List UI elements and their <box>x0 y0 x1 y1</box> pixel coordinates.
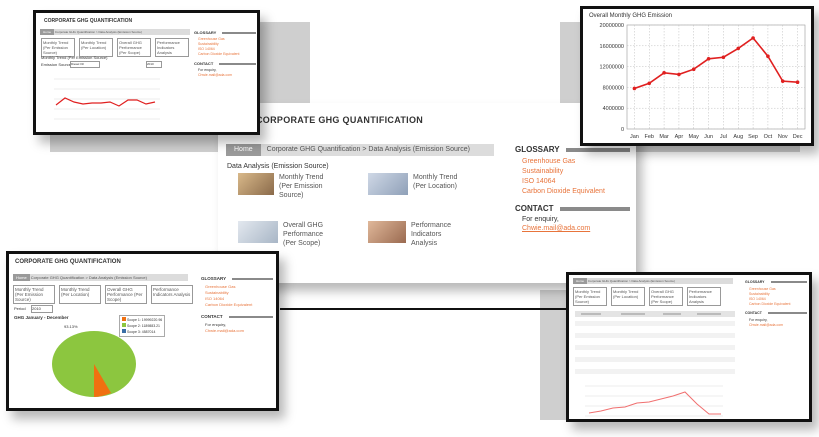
data-point <box>706 57 711 61</box>
plot-area <box>626 24 806 130</box>
contact-email-link[interactable]: Chwie.mail@ada.com <box>522 225 590 232</box>
zoom-window-overall-chart: Overall Monthly GHG Emission 0 4000000 800… <box>580 6 814 146</box>
glossary-link-iso-14064[interactable]: ISO 14064 <box>522 177 605 187</box>
period-label: Period <box>14 306 26 311</box>
main-page: CORPORATE GHG QUANTIFICATION Home Corpor… <box>218 103 636 283</box>
x-tick-label: Dec <box>793 134 803 140</box>
data-point <box>632 86 637 91</box>
tile-overall-ghg-performance[interactable]: Overall GHG Performance (Per Scope) <box>238 221 323 248</box>
tab-row: Monthly Trend (Per Emission Source) Mont… <box>13 285 193 304</box>
x-tick-label: Apr <box>675 134 684 140</box>
mini-line-chart <box>585 385 723 417</box>
tab-per-location[interactable]: Monthly Trend (Per Location) <box>59 285 101 304</box>
emission-source-select[interactable]: Diesel Oil <box>70 61 100 68</box>
subtitle: Monthly Trend (Per Emission Source) <box>41 55 108 60</box>
glossary-list: Greenhouse Gas Sustainability ISO 14064 … <box>749 287 791 306</box>
data-point <box>721 55 726 60</box>
zoom-window-location-table: Home Corporate GHG Quantification > Data… <box>566 272 812 422</box>
pie-chart <box>52 331 136 397</box>
glossary-heading: GLOSSARY <box>745 280 807 284</box>
data-point <box>795 80 800 84</box>
y-tick-label: 4000000 <box>603 106 624 112</box>
tab-per-emission-source[interactable]: Monthly Trend (Per Emission Source) <box>573 287 607 306</box>
glossary-heading: GLOSSARY <box>201 276 273 281</box>
year-select[interactable]: 2010 <box>146 61 162 68</box>
x-tick-label: Mar <box>659 134 669 140</box>
breadcrumb: Home Corporate GHG Quantification > Data… <box>573 278 733 284</box>
x-tick-label: Jan <box>630 134 639 140</box>
x-tick-label: Sep <box>748 134 758 140</box>
home-link[interactable]: Home <box>226 144 261 156</box>
tile-performance-indicators[interactable]: Performance Indicators Analysis <box>368 221 451 248</box>
contact-heading: CONTACT <box>201 314 273 319</box>
x-tick-label: Nov <box>778 134 788 140</box>
data-point <box>780 79 785 83</box>
tab-per-location[interactable]: Monthly Trend (Per Location) <box>611 287 645 306</box>
x-tick-label: May <box>689 134 700 140</box>
glossary-link-greenhouse-gas[interactable]: Greenhouse Gas <box>522 157 605 167</box>
contact-heading: CONTACT <box>515 204 630 213</box>
breadcrumb: Home Corporate GHG Quantification > Data… <box>226 144 494 156</box>
glossary-heading: GLOSSARY <box>194 30 256 35</box>
y-tick-label: 20000000 <box>600 23 624 29</box>
line-chart: 0 4000000 8000000 12000000 16000000 20000000 J… <box>600 23 806 140</box>
thumbnail-image <box>368 173 408 195</box>
pie-chart-title: GHG January - December <box>14 315 69 320</box>
period-select[interactable]: 2010 <box>31 305 53 313</box>
data-point <box>736 46 741 51</box>
glossary-list: Greenhouse Gas Sustainability ISO 14064 … <box>198 37 240 56</box>
data-point <box>677 72 681 77</box>
emission-source-label: Emission Source <box>41 62 72 67</box>
contact-heading: CONTACT <box>194 61 256 66</box>
window-title: CORPORATE GHG QUANTIFICATION <box>15 259 121 265</box>
data-point <box>766 54 770 58</box>
breadcrumb: Home Corporate GHG Quantification > Data… <box>40 29 190 35</box>
x-tick-label: Jun <box>704 134 713 140</box>
contact-heading: CONTACT <box>745 311 807 315</box>
contact-text: For enquiry, <box>522 216 559 223</box>
page-title: CORPORATE GHG QUANTIFICATION <box>256 115 424 125</box>
x-tick-label: Jul <box>720 134 727 140</box>
data-point <box>662 71 666 75</box>
tab-performance-indicators[interactable]: Performance Indicators Analysis <box>687 287 721 306</box>
tab-overall-performance[interactable]: Overall GHG Performance (Per Scope) <box>105 285 147 304</box>
window-title: CORPORATE GHG QUANTIFICATION <box>44 18 133 24</box>
section-title: Data Analysis (Emission Source) <box>227 163 329 170</box>
data-point <box>691 67 696 71</box>
breadcrumb-path: Corporate GHG Quantification > Data Anal… <box>266 146 470 153</box>
thumbnail-image <box>238 173 274 195</box>
tile-monthly-trend-emission[interactable]: Monthly Trend (Per Emission Source) <box>238 173 323 200</box>
tab-performance-indicators[interactable]: Performance Indicators Analysis <box>151 285 193 304</box>
x-tick-label: Aug <box>733 134 743 140</box>
glossary-list: Greenhouse Gas Sustainability ISO 14064 … <box>522 157 605 197</box>
breadcrumb: Home Corporate GHG Quantification > Data… <box>13 274 188 281</box>
glossary-link-co2-equivalent[interactable]: Carbon Dioxide Equivalent <box>522 187 605 197</box>
y-tick-label: 8000000 <box>603 85 624 91</box>
glossary-link-sustainability[interactable]: Sustainability <box>522 167 605 177</box>
y-tick-label: 0 <box>621 127 624 133</box>
tab-per-emission-source[interactable]: Monthly Trend (Per Emission Source) <box>13 285 55 304</box>
glossary-list: Greenhouse Gas Sustainability ISO 14064 … <box>205 284 253 307</box>
tile-monthly-trend-location[interactable]: Monthly Trend (Per Location) <box>368 173 457 195</box>
y-tick-label: 16000000 <box>600 44 624 50</box>
thumbnail-image <box>368 221 406 243</box>
data-point <box>647 81 652 86</box>
thumbnail-image <box>238 221 278 243</box>
y-tick-label: 12000000 <box>600 65 624 71</box>
data-table <box>575 311 735 374</box>
data-point <box>751 36 755 40</box>
glossary-heading: GLOSSARY <box>515 145 630 154</box>
series-line <box>634 36 798 90</box>
x-tick-label: Oct <box>764 134 773 140</box>
connector-line <box>280 308 570 310</box>
mini-line-chart <box>54 78 160 120</box>
zoom-window-monthly-trend: CORPORATE GHG QUANTIFICATION Home Corpor… <box>33 10 260 135</box>
tab-performance-indicators[interactable]: Performance Indicators Analysis <box>155 38 189 57</box>
tab-row: Monthly Trend (Per Emission Source) Mont… <box>573 287 721 306</box>
tab-overall-performance[interactable]: Overall GHG Performance (Per Scope) <box>649 287 683 306</box>
x-tick-label: Feb <box>645 134 654 140</box>
zoom-window-overall-performance: CORPORATE GHG QUANTIFICATION Home Corpor… <box>6 251 279 411</box>
tab-overall-performance[interactable]: Overall GHG Performance (Per Scope) <box>117 38 151 57</box>
